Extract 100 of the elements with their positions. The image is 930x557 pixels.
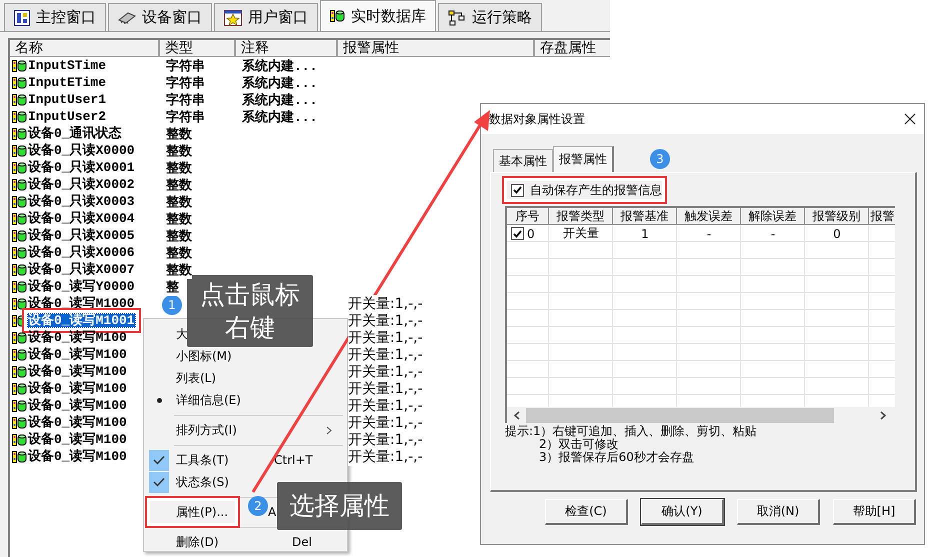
close-icon[interactable]: [904, 113, 916, 125]
table-cell[interactable]: 设备0_读写M100: [27, 330, 128, 345]
table-cell[interactable]: 设备0_读写M100: [27, 364, 128, 379]
table-cell[interactable]: 设备0_只读X0004: [27, 211, 136, 226]
table-cell[interactable]: 设备0_只读X0000: [27, 143, 136, 158]
tab[interactable]: 主控窗口: [4, 3, 106, 31]
column-header[interactable]: 序号: [507, 208, 549, 225]
database-icon: [12, 212, 27, 226]
chevron-right-icon: [879, 410, 887, 420]
column-header[interactable]: 报警: [869, 208, 895, 225]
checkbox[interactable]: [511, 184, 524, 196]
table-cell: -: [770, 226, 776, 240]
dialog-button[interactable]: 确认(Y): [641, 499, 724, 525]
menu-item[interactable]: 排列方式(I): [144, 419, 344, 441]
table-cell[interactable]: InputETime: [27, 75, 108, 90]
table-cell[interactable]: 设备0_只读X0006: [27, 245, 136, 260]
column-header[interactable]: 报警类型: [549, 208, 613, 225]
table-cell: 整数: [166, 260, 192, 278]
checkbox-row[interactable]: 自动保存产生的报警信息: [507, 181, 662, 199]
table-cell[interactable]: 设备0_只读X0002: [27, 177, 136, 192]
column-header[interactable]: 触发误差: [677, 208, 741, 225]
chevron-right-icon: [326, 426, 332, 435]
scrollbar-thumb[interactable]: [526, 408, 834, 422]
menu-item[interactable]: 删除(D) Del: [144, 531, 344, 553]
table-cell: 整数: [166, 176, 192, 194]
table-cell: 整数: [166, 210, 192, 228]
table-cell[interactable]: 设备0_只读X0007: [27, 262, 136, 277]
database-icon: [12, 126, 27, 140]
table-cell: 开关量:1,-,-: [348, 312, 423, 330]
table-cell: 整数: [166, 142, 192, 160]
tab[interactable]: 运行策略: [438, 3, 542, 31]
table-cell[interactable]: 设备0_只读X0001: [27, 160, 136, 175]
column-header[interactable]: 类型: [160, 40, 236, 57]
database-icon: [12, 58, 27, 72]
table-cell[interactable]: 设备0_只读X0005: [27, 228, 136, 243]
tab[interactable]: 设备窗口: [108, 3, 212, 31]
table-cell[interactable]: 设备0_读写M100: [27, 347, 128, 362]
shortcut-text: A: [268, 505, 276, 519]
checkbox[interactable]: [511, 227, 524, 240]
column-header[interactable]: 报警基准: [613, 208, 677, 225]
column-header[interactable]: 报警级别: [805, 208, 869, 225]
database-icon: [12, 348, 27, 362]
dialog-button[interactable]: 帮助[H]: [833, 499, 916, 525]
star-icon: [224, 10, 242, 26]
table-cell[interactable]: InputUser2: [27, 109, 108, 124]
menu-item[interactable]: 详细信息(E): [144, 389, 344, 411]
dialog-title: 数据对象属性设置: [489, 110, 585, 128]
database-icon: [12, 76, 27, 90]
table-cell[interactable]: 设备0_读写M100: [27, 449, 128, 464]
table-cell[interactable]: 设备0_读写M100: [27, 398, 128, 413]
column-header[interactable]: 存盘属性: [535, 40, 610, 57]
table-cell[interactable]: 设备0_读写M100: [27, 432, 128, 447]
column-header[interactable]: 注释: [236, 40, 338, 57]
database-icon: [12, 432, 27, 446]
table-cell: 开关量:1,-,-: [348, 380, 423, 398]
tab[interactable]: 报警属性: [553, 146, 614, 172]
table-cell: 整数: [166, 158, 192, 176]
table-cell[interactable]: InputSTime: [27, 58, 108, 73]
table-cell: -: [706, 226, 712, 240]
column-header[interactable]: 报警属性: [338, 40, 535, 57]
database-icon: [12, 194, 27, 208]
table-cell: 开关量:1,-,-: [348, 448, 423, 466]
database-icon: [12, 296, 27, 310]
table-cell[interactable]: 设备0_读写M1001: [27, 313, 136, 328]
menu-item[interactable]: 小图标(M): [144, 345, 344, 367]
callout-tooltip: 选择属性: [277, 482, 402, 530]
table-cell: 字符串: [166, 74, 205, 92]
table-cell: 开关量:1,-,-: [348, 346, 423, 364]
tab[interactable]: 实时数据库: [320, 0, 436, 31]
table-cell: 整: [166, 278, 179, 296]
database-icon: [12, 228, 27, 242]
table-cell: 字符串: [166, 56, 205, 74]
table-cell[interactable]: 设备0_读写Y0000: [27, 279, 136, 294]
database-icon: [12, 280, 27, 294]
dialog-button[interactable]: 取消(N): [737, 499, 820, 525]
database-icon: [330, 9, 345, 23]
tab[interactable]: 基本属性: [493, 149, 553, 172]
dialog-button[interactable]: 检查(C): [545, 499, 628, 525]
table-cell: 字符串: [166, 90, 205, 108]
tab[interactable]: 用户窗口: [214, 3, 318, 31]
table-cell: 整数: [166, 192, 192, 210]
hint-text: 提示:1）右键可追加、插入、删除、剪切、粘贴: [505, 425, 758, 438]
database-icon: [12, 178, 27, 192]
table-cell[interactable]: 设备0_读写M100: [27, 415, 128, 430]
table-cell: 整数: [166, 226, 192, 244]
horizontal-scrollbar[interactable]: [507, 407, 895, 423]
table-cell: 开关量:1,-,-: [348, 294, 423, 312]
database-icon: [12, 110, 27, 124]
column-header[interactable]: 名称: [10, 40, 160, 57]
callout-tooltip: 点击鼠标右键: [187, 275, 313, 347]
table-cell[interactable]: 设备0_通讯状态: [27, 126, 123, 141]
menu-item[interactable]: 工具条(T) Ctrl+T: [144, 449, 344, 471]
table-cell[interactable]: 设备0_读写M100: [27, 381, 128, 396]
table-cell[interactable]: 设备0_只读X0003: [27, 194, 136, 209]
flowchart-icon: [448, 10, 466, 26]
column-header[interactable]: 解除误差: [741, 208, 805, 225]
table-cell[interactable]: InputUser1: [27, 92, 108, 107]
database-icon: [12, 92, 27, 106]
menu-item[interactable]: 列表(L): [144, 367, 344, 389]
database-icon: [12, 450, 27, 464]
